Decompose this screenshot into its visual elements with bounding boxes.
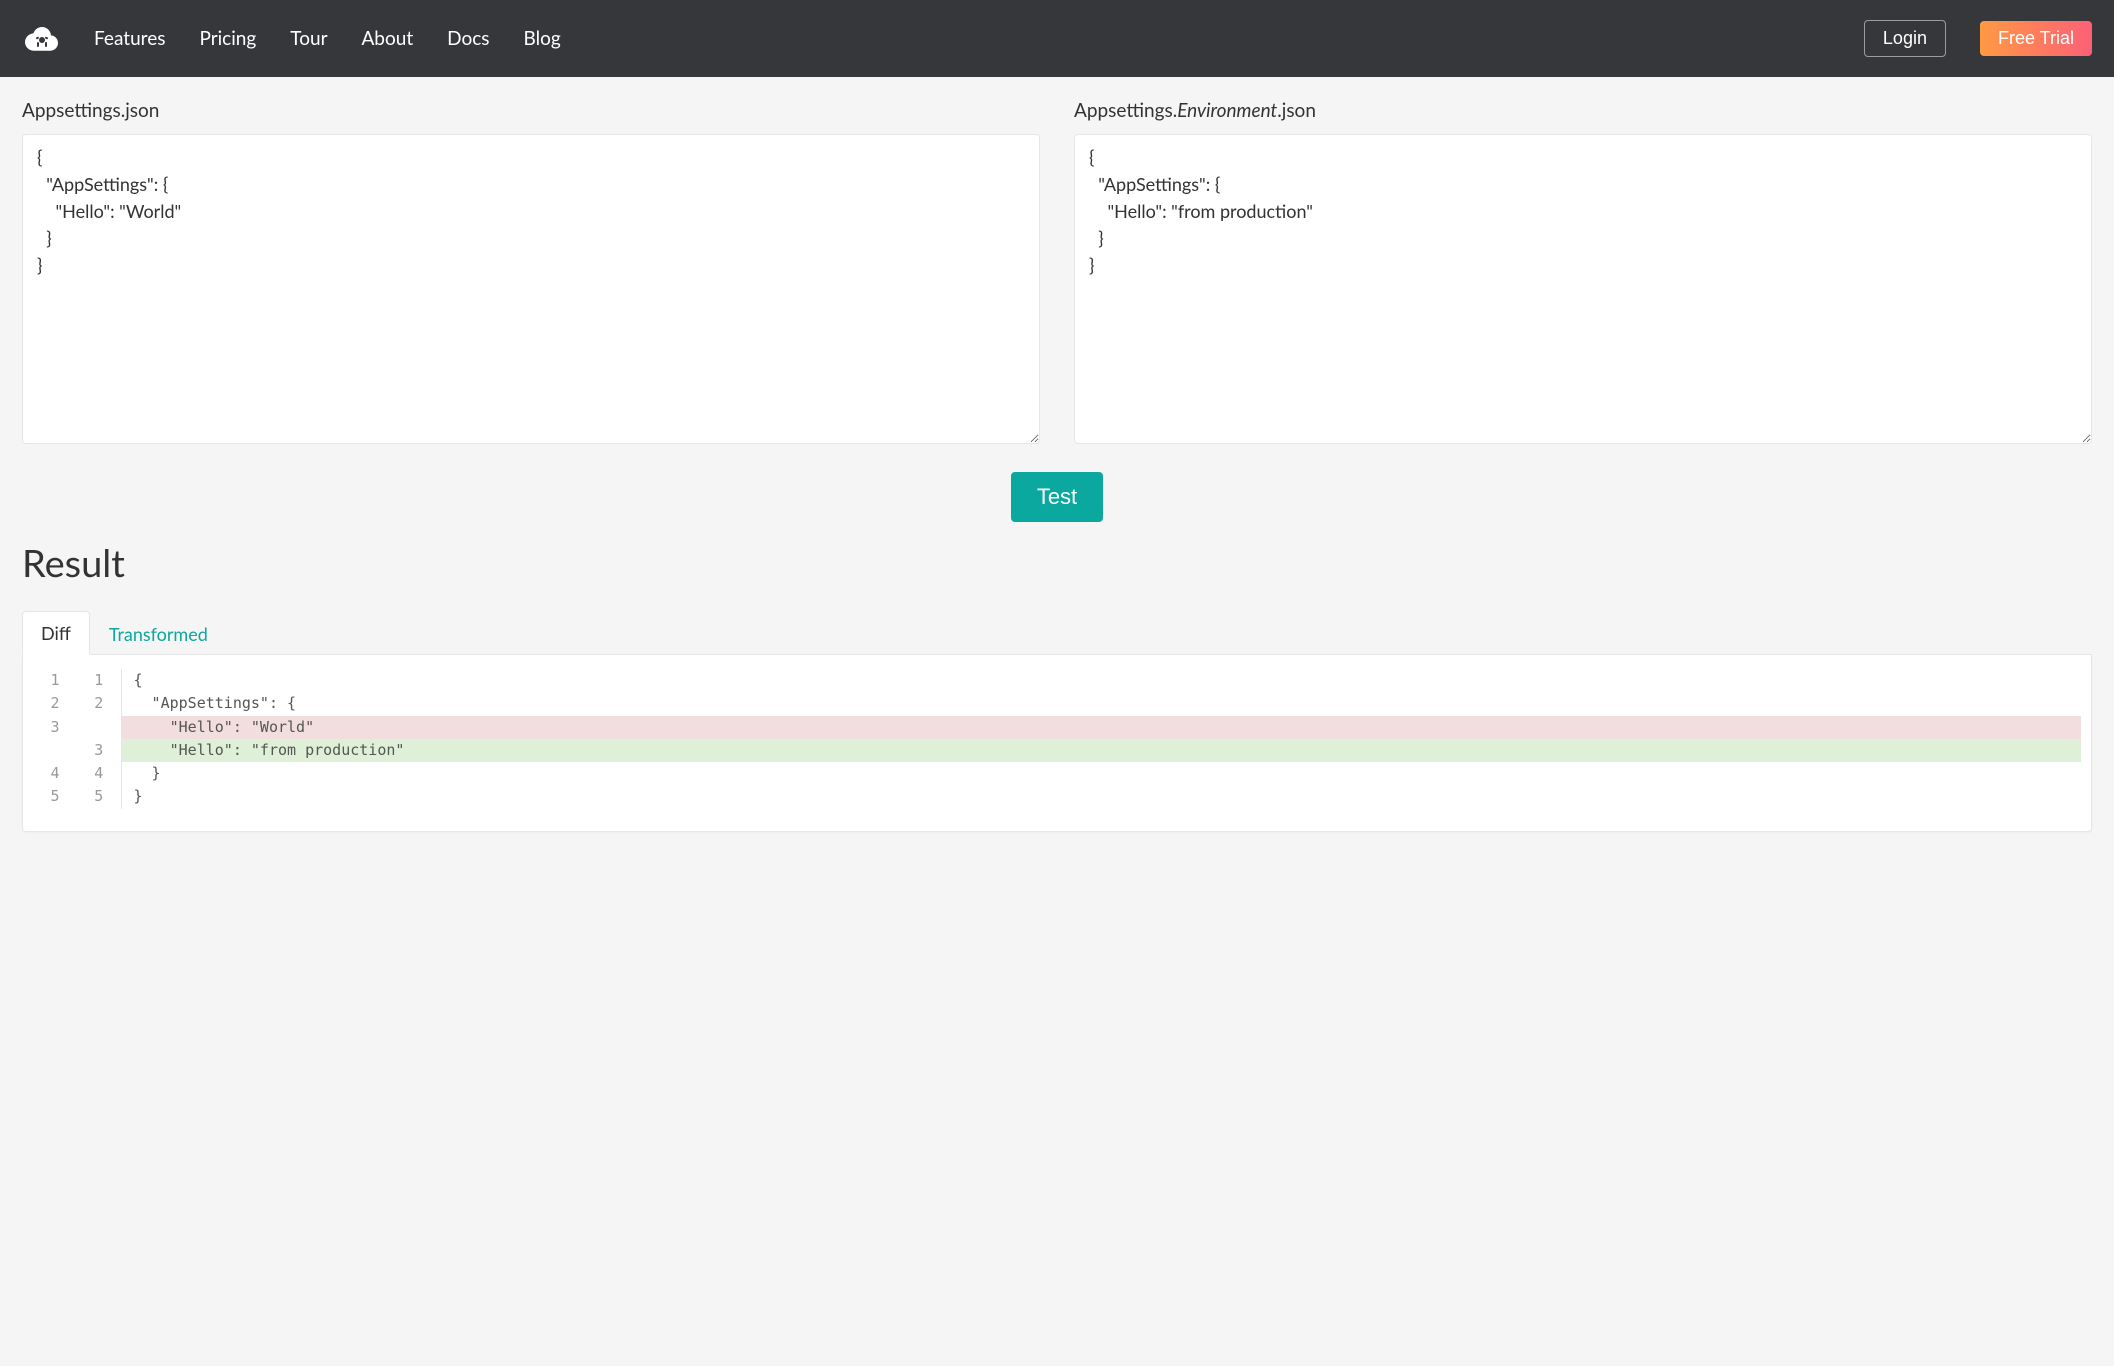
diff-result: 11{22 "AppSettings": {3 "Hello": "World"… [22, 655, 2092, 832]
nav-links: Features Pricing Tour About Docs Blog [94, 27, 561, 50]
line-number-left: 4 [33, 762, 77, 785]
logo-icon [22, 19, 62, 59]
diff-line-content: } [121, 762, 2081, 785]
diff-row: 22 "AppSettings": { [33, 692, 2081, 715]
line-number-right [77, 716, 121, 739]
line-number-right: 2 [77, 692, 121, 715]
diff-row: 3 "Hello": "from production" [33, 739, 2081, 762]
appsettings-environment-input[interactable] [1074, 134, 2092, 444]
nav-link-blog[interactable]: Blog [524, 27, 561, 50]
diff-line-content: } [121, 785, 2081, 808]
result-tabs: Diff Transformed [22, 610, 2092, 655]
diff-table: 11{22 "AppSettings": {3 "Hello": "World"… [33, 669, 2081, 809]
line-number-left: 2 [33, 692, 77, 715]
line-number-right: 1 [77, 669, 121, 692]
tab-transformed[interactable]: Transformed [90, 612, 227, 655]
diff-row: 3 "Hello": "World" [33, 716, 2081, 739]
line-number-right: 5 [77, 785, 121, 808]
diff-row: 11{ [33, 669, 2081, 692]
free-trial-button[interactable]: Free Trial [1980, 21, 2092, 56]
nav-link-features[interactable]: Features [94, 27, 165, 50]
line-number-left: 5 [33, 785, 77, 808]
login-button[interactable]: Login [1864, 20, 1946, 57]
diff-row: 55} [33, 785, 2081, 808]
test-button[interactable]: Test [1011, 472, 1103, 522]
diff-line-content: "Hello": "World" [121, 716, 2081, 739]
result-heading: Result [22, 540, 2092, 586]
line-number-right: 3 [77, 739, 121, 762]
line-number-left: 3 [33, 716, 77, 739]
diff-line-content: { [121, 669, 2081, 692]
appsettings-input[interactable] [22, 134, 1040, 444]
nav-link-tour[interactable]: Tour [290, 27, 327, 50]
tab-diff[interactable]: Diff [22, 611, 90, 655]
line-number-left: 1 [33, 669, 77, 692]
diff-row: 44 } [33, 762, 2081, 785]
line-number-right: 4 [77, 762, 121, 785]
nav-link-docs[interactable]: Docs [447, 27, 489, 50]
nav-link-about[interactable]: About [361, 27, 413, 50]
nav-link-pricing[interactable]: Pricing [199, 27, 256, 50]
navbar: Features Pricing Tour About Docs Blog Lo… [0, 0, 2114, 77]
right-input-label: Appsettings.Environment.json [1074, 99, 2092, 122]
diff-line-content: "AppSettings": { [121, 692, 2081, 715]
left-input-label: Appsettings.json [22, 99, 1040, 122]
diff-line-content: "Hello": "from production" [121, 739, 2081, 762]
line-number-left [33, 739, 77, 762]
